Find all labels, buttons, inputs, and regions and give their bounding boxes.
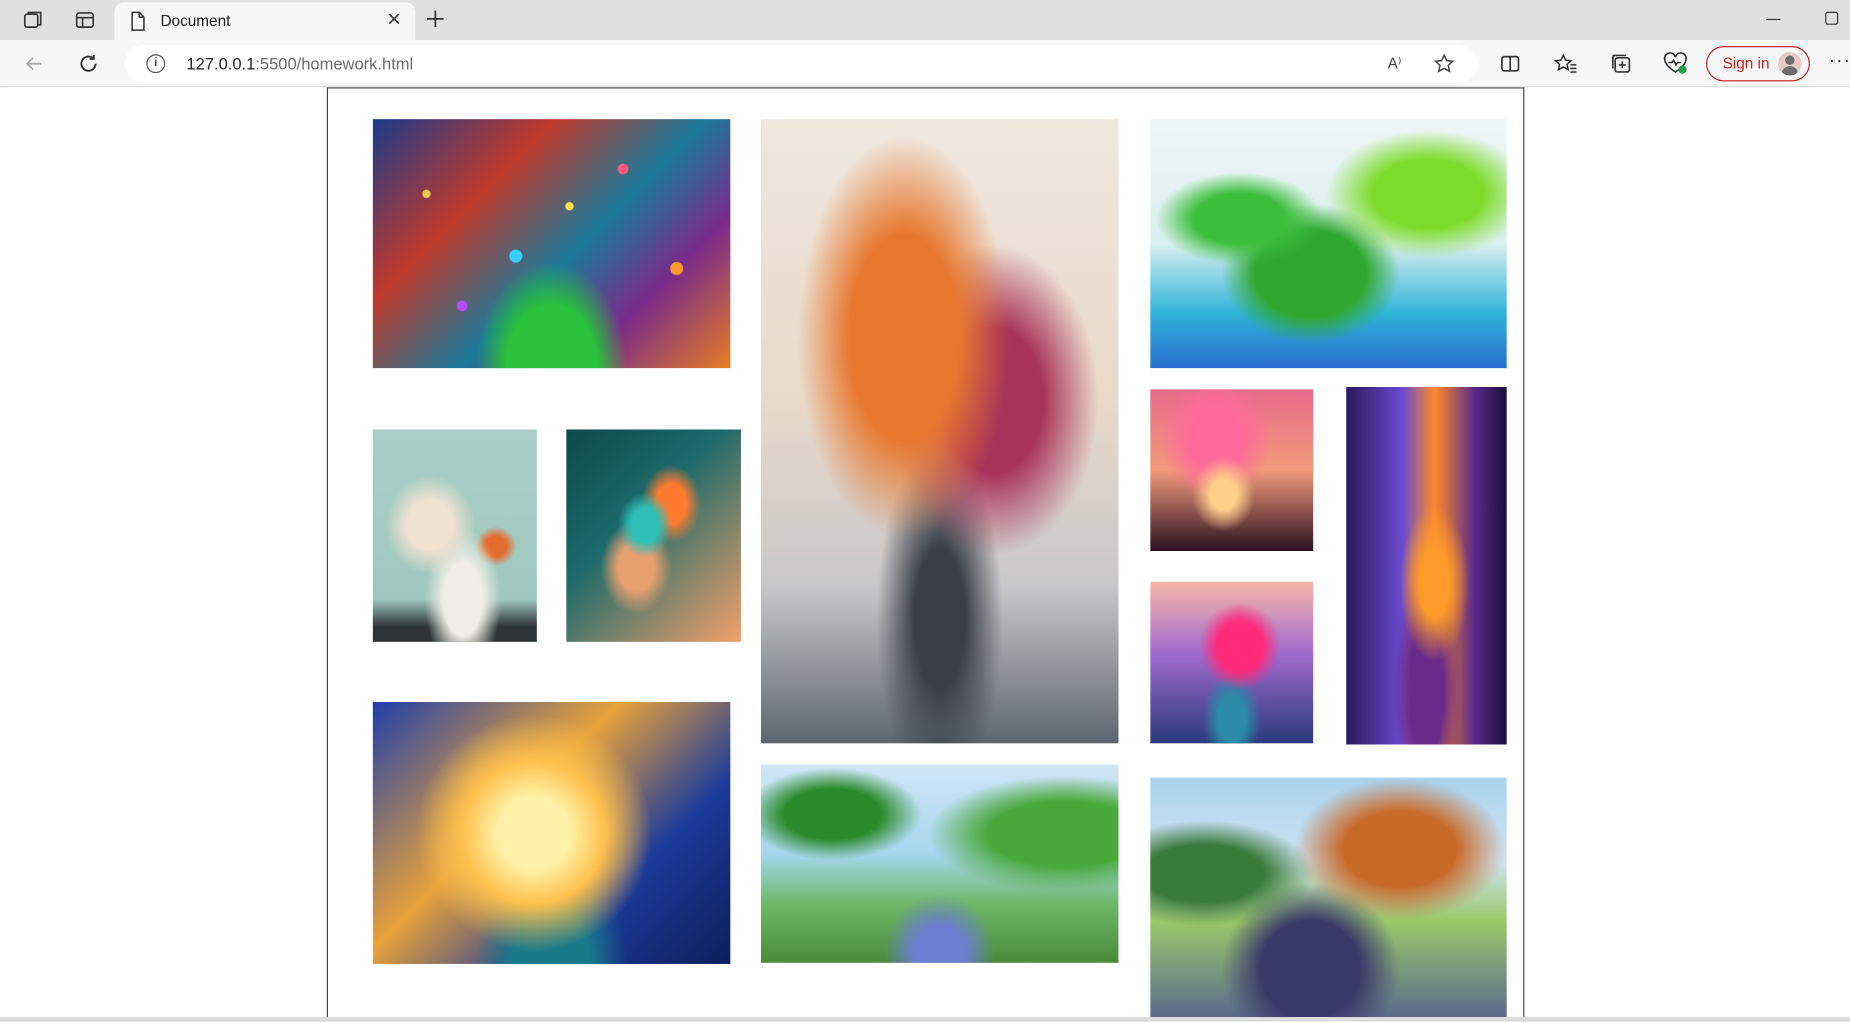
geometric-face-painting <box>566 429 741 642</box>
page-viewport <box>4 87 1846 1018</box>
pink-tree-sunset-painting <box>1150 389 1314 551</box>
vertical-tabs-icon[interactable] <box>72 8 98 32</box>
refresh-icon[interactable] <box>76 51 102 77</box>
maximize-icon[interactable] <box>1825 11 1839 25</box>
avatar <box>1778 51 1802 76</box>
village-river-painting <box>1150 119 1507 369</box>
moon-tree-painting <box>372 702 731 964</box>
address-bar[interactable]: i 127.0.0.1:5500/homework.html A⁾ <box>125 44 1478 83</box>
tab-document[interactable]: Document <box>114 2 416 41</box>
more-options-icon[interactable]: ··· <box>1829 51 1850 72</box>
browser-toolbar: i 127.0.0.1:5500/homework.html A⁾ Sign i… <box>0 40 1850 88</box>
close-tab-icon[interactable] <box>386 11 403 28</box>
mountain-road-painting <box>1150 777 1507 1018</box>
tab-title: Document <box>160 11 231 30</box>
sign-in-button[interactable]: Sign in <box>1706 46 1810 82</box>
back-icon[interactable] <box>21 51 47 77</box>
workspaces-icon[interactable] <box>20 8 46 32</box>
collections-icon[interactable] <box>1608 51 1634 77</box>
browser-essentials-icon[interactable] <box>1662 51 1688 77</box>
new-tab-button[interactable] <box>424 7 448 31</box>
sign-in-label: Sign in <box>1722 54 1770 72</box>
rainbow-tree-painting <box>372 119 731 369</box>
site-info-icon[interactable]: i <box>146 54 166 74</box>
split-screen-icon[interactable] <box>1497 51 1523 77</box>
window-bottom-edge <box>0 1017 1850 1022</box>
minimize-icon[interactable] <box>1766 18 1781 21</box>
read-aloud-icon[interactable]: A⁾ <box>1382 52 1408 76</box>
flower-woman-painting <box>372 429 537 642</box>
autumn-tree-painting <box>761 119 1119 744</box>
forest-meadow-painting <box>761 764 1119 963</box>
tab-strip: Document <box>0 0 1850 41</box>
url-text[interactable]: 127.0.0.1:5500/homework.html <box>186 54 413 73</box>
pink-tree-mountains-painting <box>1150 581 1314 744</box>
sunset-trees-painting <box>1346 386 1507 745</box>
favorite-star-icon[interactable] <box>1431 52 1457 76</box>
document-icon <box>129 11 148 38</box>
favorites-icon[interactable] <box>1553 51 1579 77</box>
